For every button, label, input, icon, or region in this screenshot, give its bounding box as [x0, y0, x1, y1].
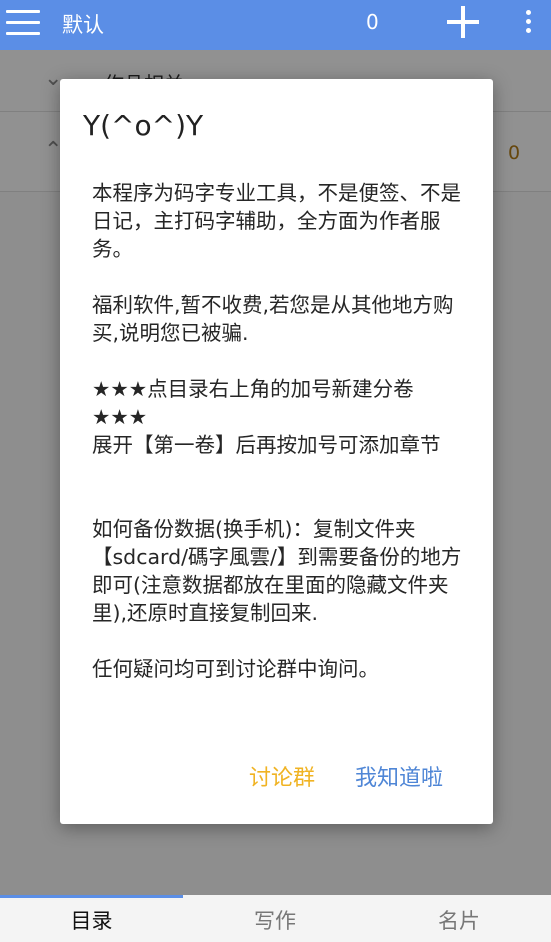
got-it-button[interactable]: 我知道啦	[355, 760, 443, 792]
menu-icon[interactable]	[6, 8, 40, 38]
page-title: 默认	[62, 13, 104, 37]
dialog-body: 本程序为码字专业工具，不是便签、不是日记，主打码字辅助，全方面为作者服务。 福利…	[92, 179, 468, 683]
dialog-title: Y(^o^)Y	[83, 109, 204, 142]
info-dialog: Y(^o^)Y 本程序为码字专业工具，不是便签、不是日记，主打码字辅助，全方面为…	[60, 79, 493, 824]
dialog-paragraph: 本程序为码字专业工具，不是便签、不是日记，主打码字辅助，全方面为作者服务。	[92, 181, 461, 261]
app-bar: 默认 0	[0, 0, 551, 50]
dialog-paragraph: ★★★点目录右上角的加号新建分卷★★★ 展开【第一卷】后再按加号可添加章节	[92, 377, 441, 457]
bottom-tab-bar: 目录 写作 名片	[0, 895, 551, 942]
dialog-paragraph: 如何备份数据(换手机)：复制文件夹【sdcard/碼字風雲/】到需要备份的地方即…	[92, 517, 462, 625]
add-icon[interactable]	[447, 6, 479, 38]
word-count: 0	[366, 10, 379, 34]
tab-card[interactable]: 名片	[367, 895, 551, 942]
dialog-paragraph: 任何疑问均可到讨论群中询问。	[92, 657, 379, 681]
tab-writing[interactable]: 写作	[183, 895, 367, 942]
discussion-group-button[interactable]: 讨论群	[249, 760, 315, 792]
dialog-paragraph: 福利软件,暂不收费,若您是从其他地方购买,说明您已被骗.	[92, 293, 454, 345]
more-vertical-icon[interactable]	[519, 9, 539, 33]
tab-catalog[interactable]: 目录	[0, 895, 183, 942]
